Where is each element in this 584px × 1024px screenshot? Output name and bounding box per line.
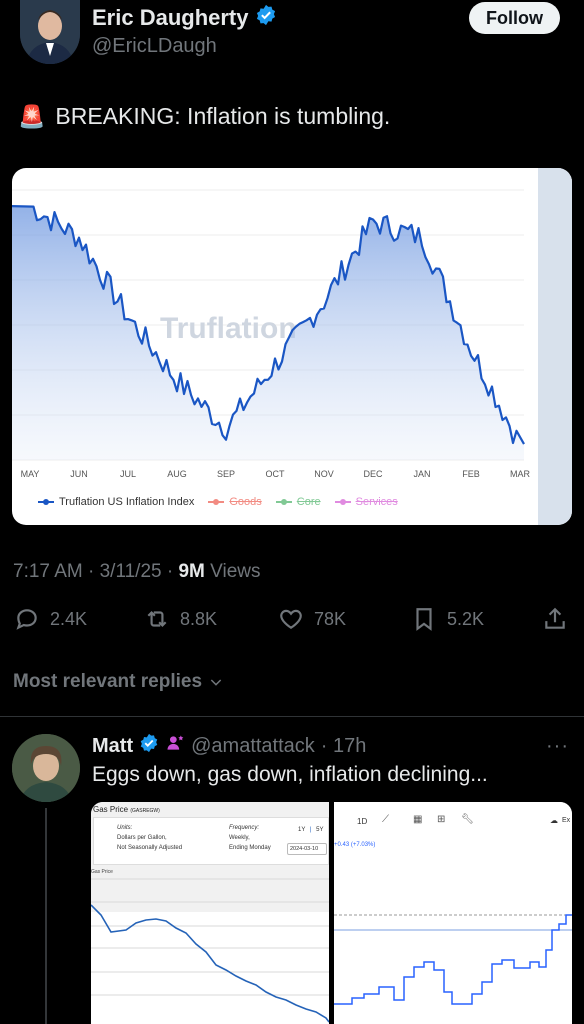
x-tick-label: JAN <box>413 469 430 479</box>
inflation-chart: Truflation MAY JUN JUL AUG SEP OCT NOV DEC JAN FEB… <box>12 189 531 479</box>
repost-icon <box>147 610 167 628</box>
chart-watermark: Truflation <box>160 312 297 345</box>
legend-marker <box>208 498 225 506</box>
legend-label: Truflation US Inflation Index <box>59 496 195 508</box>
legend-item[interactable]: Truflation US Inflation Index <box>38 496 194 508</box>
x-tick-label: JUN <box>70 469 88 479</box>
legend-label: Goods <box>229 496 262 508</box>
card-side-panel <box>538 168 572 525</box>
author-name-row[interactable]: Eric Daugherty <box>92 4 277 32</box>
legend-item[interactable]: Core <box>275 496 321 508</box>
legend-item[interactable]: Services <box>334 496 398 508</box>
chevron-down-icon <box>210 679 222 686</box>
verified-badge-icon <box>255 4 277 32</box>
x-tick-label: MAY <box>21 469 40 479</box>
heart-icon <box>280 609 302 629</box>
verified-badge-icon <box>139 733 159 759</box>
reply-handle[interactable]: @amattattack <box>191 735 315 758</box>
x-tick-label: MAR <box>510 469 531 479</box>
repost-button[interactable]: 8.8K <box>144 606 217 632</box>
reply-text: Eggs down, gas down, inflation declining… <box>92 763 488 786</box>
x-tick-label: SEP <box>217 469 235 479</box>
reply-author-name[interactable]: Matt <box>92 735 133 758</box>
tweet-text: 🚨 BREAKING: Inflation is tumbling. <box>18 103 390 130</box>
chart-card[interactable]: Truflation MAY JUN JUL AUG SEP OCT NOV DEC JAN FEB… <box>12 168 572 525</box>
legend-marker <box>334 498 351 506</box>
legend-marker <box>275 498 292 506</box>
repost-count: 8.8K <box>180 608 218 629</box>
reply-image-price-chart[interactable]: 1D ⟋ ▦ ⊞ 🔧︎ ☁︎ Ex +0.43 (+7.03%) <box>334 802 572 1024</box>
more-options-icon[interactable]: ··· <box>546 735 569 758</box>
replies-sort-toggle[interactable]: Most relevant replies <box>13 671 224 693</box>
divider <box>0 716 584 717</box>
x-tick-label: OCT <box>266 469 286 479</box>
tweet-actions: 2.4K 8.8K 78K 5.2K <box>0 606 584 640</box>
x-tick-label: JUL <box>120 469 136 479</box>
replies-header: Most relevant replies <box>13 671 203 692</box>
tweet-body: BREAKING: Inflation is tumbling. <box>55 103 391 129</box>
author-name[interactable]: Eric Daugherty <box>92 5 249 31</box>
chart-legend: Truflation US Inflation Index Goods Core Se… <box>38 496 398 508</box>
legend-marker <box>38 498 54 506</box>
reply-button[interactable]: 2.4K <box>14 606 87 632</box>
legend-label: Core <box>296 496 321 508</box>
legend-label: Services <box>355 496 398 508</box>
tweet-meta: 7:17 AM · 3/11/25 · 9M Views <box>13 561 261 583</box>
author-avatar[interactable] <box>20 0 80 64</box>
legend-item[interactable]: Goods <box>208 496 262 508</box>
reply-avatar[interactable] <box>12 734 80 802</box>
price-step-chart <box>334 914 572 1005</box>
bookmark-icon <box>416 608 432 631</box>
views-count: 9M <box>178 561 205 582</box>
x-tick-label: FEB <box>462 469 480 479</box>
like-button[interactable]: 78K <box>278 606 346 632</box>
reply-icon <box>16 609 37 630</box>
reply-image-gas-price[interactable]: Gas Price (GASREGW) Units: Dollars per G… <box>91 802 329 1024</box>
bookmark-count: 5.2K <box>447 608 485 629</box>
subscriber-badge-icon <box>165 733 185 759</box>
reply-count: 2.4K <box>50 608 88 629</box>
share-button[interactable] <box>542 606 568 632</box>
thread-line <box>45 808 47 1024</box>
share-icon <box>545 607 565 629</box>
x-tick-label: AUG <box>167 469 187 479</box>
x-tick-label: DEC <box>363 469 383 479</box>
reply-header: Matt @amattattack · 17h <box>92 733 366 759</box>
siren-emoji: 🚨 <box>18 103 46 129</box>
gas-price-line-chart <box>91 878 329 1023</box>
views-label: Views <box>204 561 261 582</box>
bookmark-button[interactable]: 5.2K <box>411 606 484 632</box>
reply-time[interactable]: · 17h <box>321 735 367 758</box>
author-handle[interactable]: @EricLDaugh <box>92 35 217 58</box>
x-tick-label: NOV <box>314 469 334 479</box>
tweet-timestamp[interactable]: 7:17 AM · 3/11/25 · <box>13 561 178 582</box>
like-count: 78K <box>314 608 347 629</box>
follow-button[interactable]: Follow <box>469 2 560 34</box>
